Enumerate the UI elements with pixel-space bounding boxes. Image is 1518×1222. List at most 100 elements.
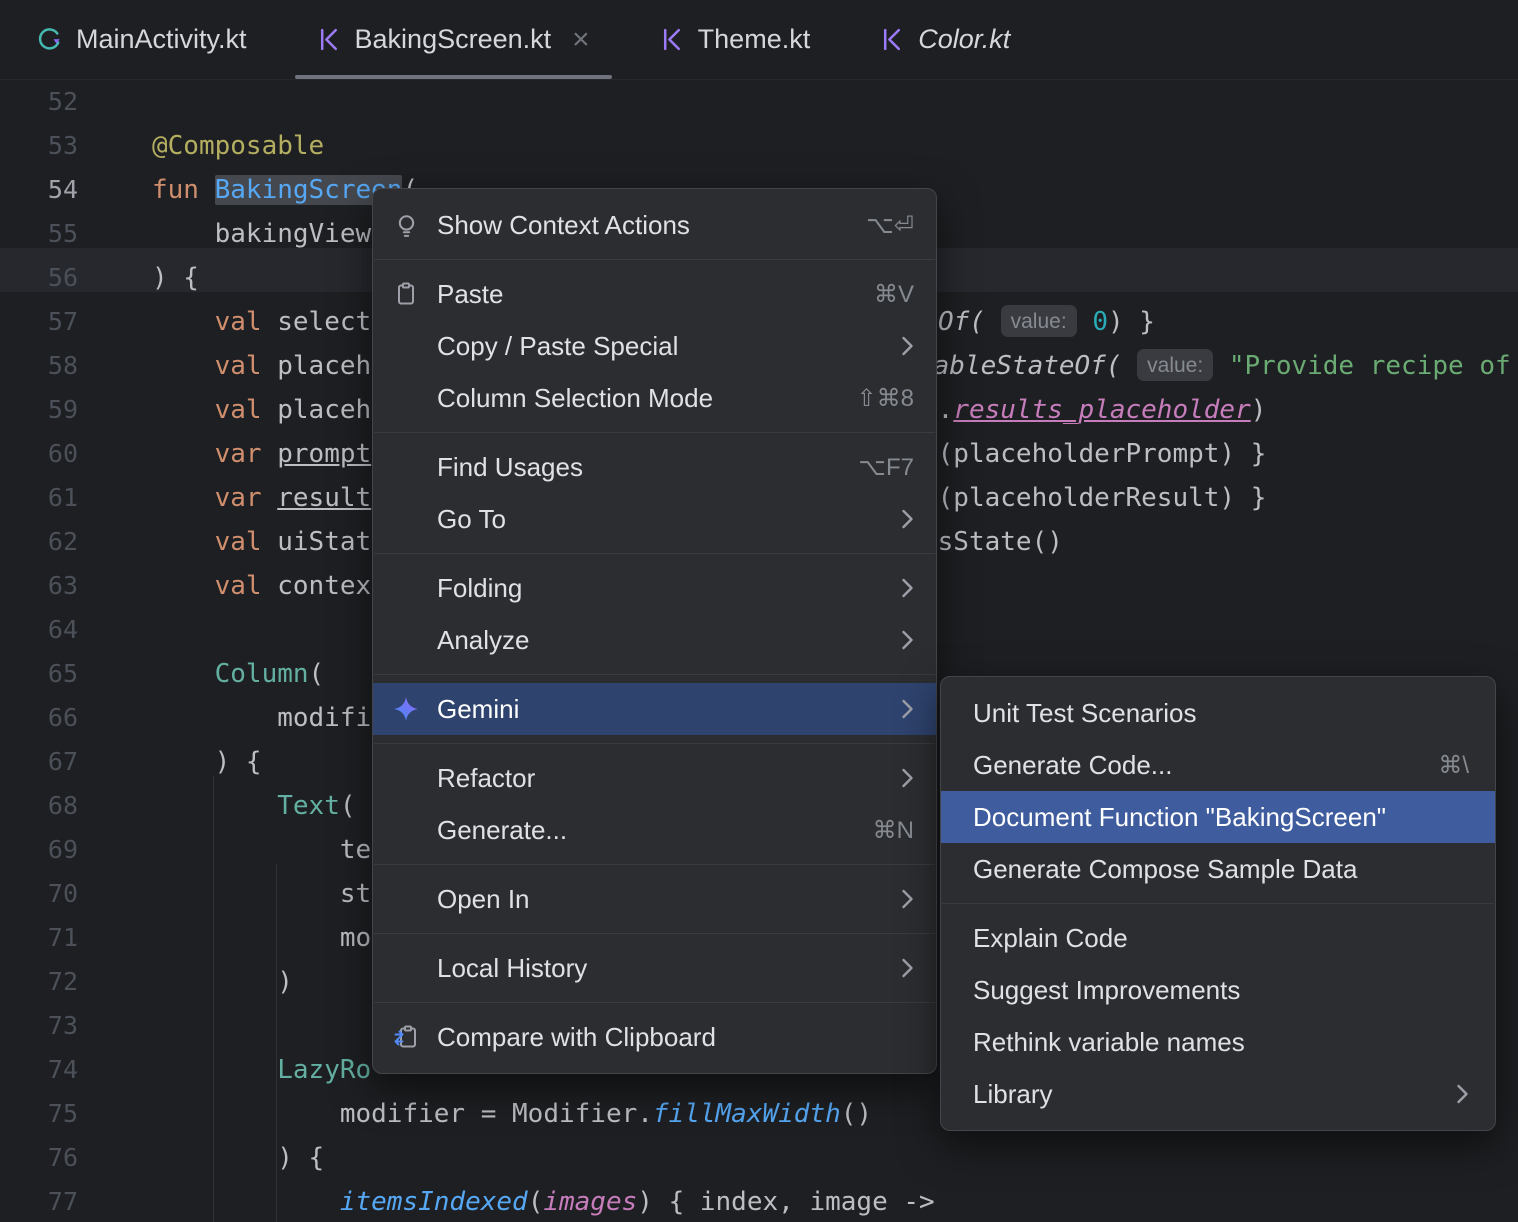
code-text: bakingView bbox=[152, 212, 372, 256]
line-number[interactable]: 54 bbox=[0, 168, 78, 212]
tab-color-kt[interactable]: Color.kt bbox=[858, 0, 1032, 79]
menu-item-library[interactable]: Library bbox=[941, 1068, 1495, 1120]
chevron-right-icon bbox=[1416, 1083, 1469, 1105]
code-text-right: tableStateOf( value: "Provide recipe of bbox=[918, 344, 1511, 388]
line-number[interactable]: 69 bbox=[0, 828, 78, 872]
code-segment: prompt bbox=[277, 439, 372, 469]
line-number[interactable]: 57 bbox=[0, 300, 78, 344]
menu-item-open-in[interactable]: Open In bbox=[373, 873, 936, 925]
menu-item-label: Compare with Clipboard bbox=[437, 1021, 716, 1052]
line-number[interactable]: 74 bbox=[0, 1048, 78, 1092]
line-number[interactable]: 63 bbox=[0, 564, 78, 608]
line-number[interactable]: 72 bbox=[0, 960, 78, 1004]
chevron-right-icon bbox=[861, 767, 914, 789]
menu-shortcut: ⌥F7 bbox=[858, 453, 914, 481]
line-number[interactable]: 75 bbox=[0, 1092, 78, 1136]
code-text: mo bbox=[152, 916, 371, 960]
menu-item-label: Analyze bbox=[437, 624, 530, 655]
line-number[interactable]: 68 bbox=[0, 784, 78, 828]
code-segment: val bbox=[214, 351, 262, 381]
tab-theme-kt[interactable]: Theme.kt bbox=[638, 0, 833, 79]
editor-tab-bar: MainActivity.kt BakingScreen.kt × Theme.kt C… bbox=[0, 0, 1518, 80]
code-text: Column( bbox=[152, 652, 325, 696]
tab-bakingscreen-kt[interactable]: BakingScreen.kt × bbox=[294, 0, 612, 79]
menu-item-analyze[interactable]: Analyze bbox=[373, 614, 936, 666]
menu-item-paste[interactable]: Paste ⌘V bbox=[373, 268, 936, 320]
menu-item-column-selection-mode[interactable]: Column Selection Mode ⇧⌘8 bbox=[373, 372, 936, 424]
menu-item-find-usages[interactable]: Find Usages ⌥F7 bbox=[373, 441, 936, 493]
line-number[interactable]: 66 bbox=[0, 696, 78, 740]
menu-item-generate-code[interactable]: Generate Code... ⌘\ bbox=[941, 739, 1495, 791]
code-segment: ( bbox=[527, 1187, 544, 1217]
code-segment: ( bbox=[308, 659, 325, 689]
line-number[interactable]: 76 bbox=[0, 1136, 78, 1180]
code-line[interactable]: 76 ) { bbox=[0, 1136, 1518, 1180]
menu-separator bbox=[374, 1002, 935, 1003]
menu-separator bbox=[374, 933, 935, 934]
menu-item-label: Generate... bbox=[437, 814, 568, 845]
code-segment: modifier = Modifier. bbox=[152, 1099, 653, 1129]
code-segment: val bbox=[214, 395, 262, 425]
line-number[interactable]: 53 bbox=[0, 124, 78, 168]
line-number[interactable]: 70 bbox=[0, 872, 78, 916]
menu-item-compare-with-clipboard[interactable]: Compare with Clipboard bbox=[373, 1011, 936, 1063]
code-text: te bbox=[152, 828, 371, 872]
line-number[interactable]: 67 bbox=[0, 740, 78, 784]
tab-mainactivity-kt[interactable]: MainActivity.kt bbox=[14, 0, 269, 79]
code-segment: f(placeholderResult) } bbox=[922, 483, 1267, 513]
line-number[interactable]: 58 bbox=[0, 344, 78, 388]
code-line[interactable]: 52 bbox=[0, 80, 1518, 124]
menu-item-gemini[interactable]: Gemini bbox=[373, 683, 936, 735]
line-number[interactable]: 65 bbox=[0, 652, 78, 696]
line-number[interactable]: 56 bbox=[0, 256, 78, 300]
code-segment: select bbox=[261, 307, 372, 337]
menu-item-label: Document Function "BakingScreen" bbox=[973, 801, 1387, 832]
paste-icon bbox=[389, 281, 423, 307]
line-number[interactable]: 73 bbox=[0, 1004, 78, 1048]
menu-item-label: Open In bbox=[437, 883, 530, 914]
line-number[interactable]: 71 bbox=[0, 916, 78, 960]
close-icon[interactable]: × bbox=[572, 24, 590, 55]
menu-shortcut: ⇧⌘8 bbox=[856, 384, 914, 412]
line-number[interactable]: 60 bbox=[0, 432, 78, 476]
code-line[interactable]: 53 @Composable bbox=[0, 124, 1518, 168]
line-number[interactable]: 61 bbox=[0, 476, 78, 520]
menu-item-refactor[interactable]: Refactor bbox=[373, 752, 936, 804]
menu-separator bbox=[374, 553, 935, 554]
menu-item-generate[interactable]: Generate... ⌘N bbox=[373, 804, 936, 856]
menu-item-unit-test-scenarios[interactable]: Unit Test Scenarios bbox=[941, 687, 1495, 739]
code-text: @Composable bbox=[152, 124, 324, 168]
code-text: modifi bbox=[152, 696, 371, 740]
code-segment: AsState() bbox=[922, 527, 1063, 557]
code-segment: "Provide recipe of bbox=[1228, 351, 1511, 381]
code-line[interactable]: 77 itemsIndexed(images) { index, image -… bbox=[0, 1180, 1518, 1222]
code-text: ) { bbox=[152, 256, 199, 300]
menu-item-explain-code[interactable]: Explain Code bbox=[941, 912, 1495, 964]
code-text-right: g.results_placeholder) bbox=[922, 388, 1266, 432]
code-text: val select bbox=[152, 300, 372, 344]
code-text: val placeh bbox=[152, 344, 372, 388]
line-number[interactable]: 59 bbox=[0, 388, 78, 432]
line-number[interactable]: 77 bbox=[0, 1180, 78, 1222]
menu-item-copy-paste-special[interactable]: Copy / Paste Special bbox=[373, 320, 936, 372]
line-number[interactable]: 62 bbox=[0, 520, 78, 564]
code-text-right: f(placeholderResult) } bbox=[922, 476, 1266, 520]
line-number[interactable]: 64 bbox=[0, 608, 78, 652]
menu-item-suggest-improvements[interactable]: Suggest Improvements bbox=[941, 964, 1495, 1016]
menu-item-folding[interactable]: Folding bbox=[373, 562, 936, 614]
menu-item-rethink-variable-names[interactable]: Rethink variable names bbox=[941, 1016, 1495, 1068]
code-segment: fillMaxWidth bbox=[652, 1099, 841, 1129]
menu-item-local-history[interactable]: Local History bbox=[373, 942, 936, 994]
menu-item-go-to[interactable]: Go To bbox=[373, 493, 936, 545]
line-number[interactable]: 52 bbox=[0, 80, 78, 124]
menu-item-show-context-actions[interactable]: Show Context Actions ⌥⏎ bbox=[373, 199, 936, 251]
menu-separator bbox=[942, 903, 1494, 904]
line-number[interactable]: 55 bbox=[0, 212, 78, 256]
menu-item-document-function-bakingscreen[interactable]: Document Function "BakingScreen" bbox=[941, 791, 1495, 843]
code-text: itemsIndexed(images) { index, image -> bbox=[152, 1180, 935, 1222]
menu-item-generate-compose-sample-data[interactable]: Generate Compose Sample Data bbox=[941, 843, 1495, 895]
code-text: Text( bbox=[152, 784, 355, 828]
